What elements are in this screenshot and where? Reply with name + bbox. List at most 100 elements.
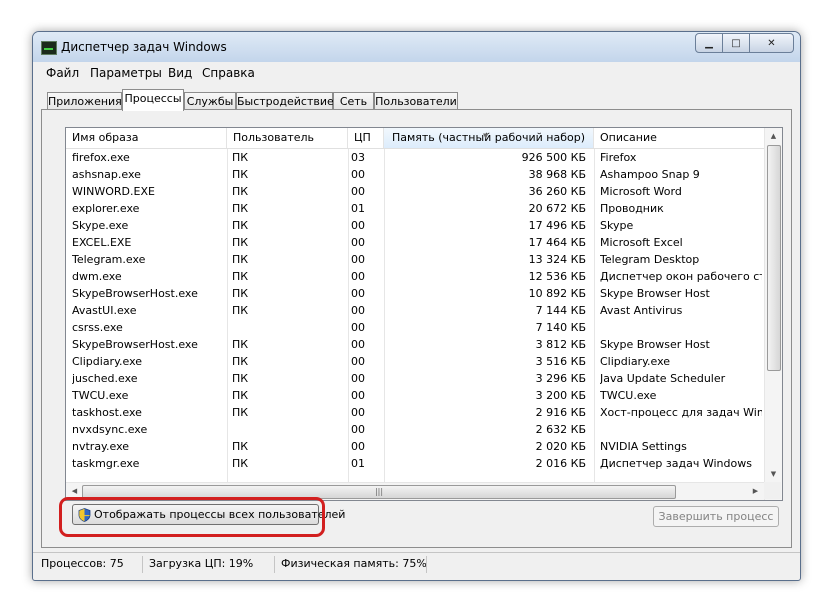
- cell-memory: 20 672 КБ: [528, 202, 586, 215]
- menu-bar: Файл Параметры Вид Справка: [33, 62, 800, 82]
- cell-memory: 17 464 КБ: [528, 236, 586, 249]
- table-row[interactable]: Clipdiary.exe ПК 00 3 516 КБ Clipdiary.exe: [66, 353, 764, 370]
- cell-user: ПК: [232, 151, 249, 164]
- cell-cpu: 00: [351, 185, 365, 198]
- cell-user: ПК: [232, 338, 249, 351]
- table-row[interactable]: WINWORD.EXE ПК 00 36 260 КБ Microsoft Word: [66, 183, 764, 200]
- cell-cpu: 03: [351, 151, 365, 164]
- table-row[interactable]: Skype.exe ПК 00 17 496 КБ Skype: [66, 217, 764, 234]
- cell-user: ПК: [232, 287, 249, 300]
- menu-file[interactable]: Файл: [46, 66, 79, 80]
- cell-description: Проводник: [600, 202, 664, 215]
- column-image-name[interactable]: Имя образа: [66, 128, 227, 148]
- column-header: Имя образа Пользователь ЦП ▼ Память (час…: [66, 128, 764, 149]
- cell-description: Microsoft Excel: [600, 236, 683, 249]
- table-row[interactable]: taskmgr.exe ПК 01 2 016 КБ Диспетчер задач W…: [66, 455, 764, 472]
- scroll-up-icon[interactable]: ▲: [765, 128, 782, 144]
- cell-image-name: taskhost.exe: [72, 406, 142, 419]
- vertical-scroll-thumb[interactable]: [767, 145, 781, 371]
- table-row[interactable]: firefox.exe ПК 03 926 500 КБ Firefox: [66, 149, 764, 166]
- tab-processes[interactable]: Процессы: [122, 89, 184, 111]
- table-row[interactable]: AvastUI.exe ПК 00 7 144 КБ Avast Antivirus: [66, 302, 764, 319]
- table-row[interactable]: EXCEL.EXE ПК 00 17 464 КБ Microsoft Excel: [66, 234, 764, 251]
- cell-image-name: nvxdsync.exe: [72, 423, 148, 436]
- tab-applications[interactable]: Приложения: [47, 92, 122, 110]
- cell-description: Skype Browser Host: [600, 338, 710, 351]
- cell-memory: 12 536 КБ: [528, 270, 586, 283]
- cell-user: [232, 319, 342, 336]
- cell-cpu: 01: [351, 457, 365, 470]
- table-row[interactable]: nvxdsync.exe 00 2 632 КБ: [66, 421, 764, 438]
- cell-cpu: 00: [351, 321, 365, 334]
- table-row[interactable]: SkypeBrowserHost.exe ПК 00 3 812 КБ Skype Br…: [66, 336, 764, 353]
- cell-user: ПК: [232, 270, 249, 283]
- table-row[interactable]: dwm.exe ПК 00 12 536 КБ Диспетчер окон рабоч…: [66, 268, 764, 285]
- maximize-icon: □: [731, 37, 741, 49]
- cell-image-name: SkypeBrowserHost.exe: [72, 287, 198, 300]
- cell-cpu: 00: [351, 338, 365, 351]
- cell-cpu: 00: [351, 389, 365, 402]
- table-row[interactable]: jusched.exe ПК 00 3 296 КБ Java Update Sched…: [66, 370, 764, 387]
- minimize-button[interactable]: ▁: [695, 33, 723, 53]
- table-row[interactable]: SkypeBrowserHost.exe ПК 00 10 892 КБ Skype B…: [66, 285, 764, 302]
- cell-user: ПК: [232, 440, 249, 453]
- cell-cpu: 01: [351, 202, 365, 215]
- cell-description: Диспетчер окон рабочего сто...: [600, 270, 762, 283]
- sort-descending-icon: ▼: [483, 132, 489, 140]
- column-user[interactable]: Пользователь: [227, 128, 348, 148]
- status-separator: [426, 556, 427, 573]
- cell-user: ПК: [232, 389, 249, 402]
- window-title: Диспетчер задач Windows: [61, 40, 227, 54]
- cell-image-name: Telegram.exe: [72, 253, 146, 266]
- tab-network[interactable]: Сеть: [333, 92, 374, 110]
- cell-description: NVIDIA Settings: [600, 440, 687, 453]
- menu-options[interactable]: Параметры: [90, 66, 162, 80]
- table-row[interactable]: csrss.exe 00 7 140 КБ: [66, 319, 764, 336]
- cell-user: ПК: [232, 236, 249, 249]
- status-cpu-usage: Загрузка ЦП: 19%: [149, 557, 254, 570]
- scroll-corner: [764, 482, 781, 499]
- maximize-button[interactable]: □: [722, 33, 750, 53]
- title-bar[interactable]: Диспетчер задач Windows ▁ □ ✕: [33, 32, 800, 62]
- cell-cpu: 00: [351, 406, 365, 419]
- cell-description: Clipdiary.exe: [600, 355, 671, 368]
- cell-description: Java Update Scheduler: [600, 372, 726, 385]
- column-cpu[interactable]: ЦП: [348, 128, 384, 148]
- cell-user: [232, 421, 342, 438]
- table-row[interactable]: ashsnap.exe ПК 00 38 968 КБ Ashampoo Snap 9: [66, 166, 764, 183]
- tab-services[interactable]: Службы: [184, 92, 236, 110]
- cell-image-name: ashsnap.exe: [72, 168, 141, 181]
- vertical-scrollbar[interactable]: ▲ ▼: [764, 128, 782, 500]
- cell-cpu: 00: [351, 355, 365, 368]
- menu-help[interactable]: Справка: [202, 66, 255, 80]
- cell-description: [600, 319, 762, 336]
- cell-image-name: explorer.exe: [72, 202, 140, 215]
- cell-memory: 17 496 КБ: [528, 219, 586, 232]
- table-row[interactable]: Telegram.exe ПК 00 13 324 КБ Telegram Deskto…: [66, 251, 764, 268]
- cell-memory: 3 516 КБ: [535, 355, 586, 368]
- menu-view[interactable]: Вид: [168, 66, 192, 80]
- table-row[interactable]: explorer.exe ПК 01 20 672 КБ Проводник: [66, 200, 764, 217]
- table-row[interactable]: taskhost.exe ПК 00 2 916 КБ Хост-процесс для…: [66, 404, 764, 421]
- cell-memory: 2 016 КБ: [535, 457, 586, 470]
- scroll-right-icon[interactable]: ▶: [747, 483, 764, 499]
- column-description[interactable]: Описание: [594, 128, 764, 148]
- cell-cpu: 00: [351, 287, 365, 300]
- tab-performance[interactable]: Быстродействие: [236, 92, 334, 110]
- tab-users[interactable]: Пользователи: [374, 92, 458, 110]
- process-rows: firefox.exe ПК 03 926 500 КБ Firefox ashsnap.…: [66, 149, 764, 472]
- scroll-down-icon[interactable]: ▼: [765, 466, 782, 482]
- column-memory[interactable]: ▼ Память (частный рабочий набор): [384, 128, 594, 148]
- process-list[interactable]: Имя образа Пользователь ЦП ▼ Память (час…: [65, 127, 783, 501]
- cell-user: ПК: [232, 219, 249, 232]
- close-button[interactable]: ✕: [749, 33, 794, 53]
- cell-description: Хост-процесс для задач Windo...: [600, 406, 762, 419]
- table-row[interactable]: nvtray.exe ПК 00 2 020 КБ NVIDIA Settings: [66, 438, 764, 455]
- cell-image-name: Clipdiary.exe: [72, 355, 143, 368]
- cell-user: ПК: [232, 202, 249, 215]
- table-row[interactable]: TWCU.exe ПК 00 3 200 КБ TWCU.exe: [66, 387, 764, 404]
- cell-cpu: 00: [351, 372, 365, 385]
- cell-memory: 2 020 КБ: [535, 440, 586, 453]
- cell-memory: 3 200 КБ: [535, 389, 586, 402]
- status-separator: [142, 556, 143, 573]
